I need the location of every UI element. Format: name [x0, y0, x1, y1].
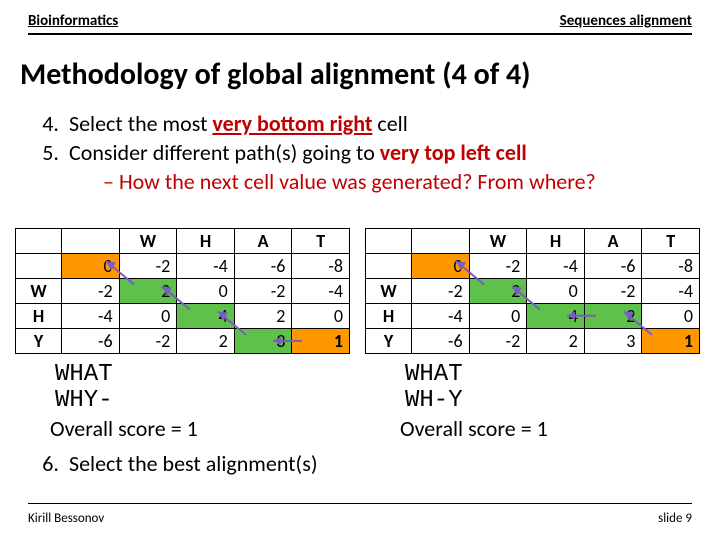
colhdr-A: A	[234, 229, 292, 254]
panel-right: W H A T 0 -2 -4 -6 -8 W -2 2 0	[365, 228, 700, 442]
cell: -6	[62, 329, 120, 354]
header-rule	[28, 33, 692, 35]
cell: -2	[412, 279, 470, 304]
step-5-num: 5.	[33, 139, 59, 166]
colhdr-W: W	[469, 229, 527, 254]
colhdr-H: H	[177, 229, 235, 254]
cell: -2	[119, 254, 177, 279]
step-5-emph: very top left cell	[380, 139, 527, 166]
step-6: 6. Select the best alignment(s)	[33, 450, 318, 477]
panel-left: W H A T 0 -2 -4 -6 -8 W -2 2 0	[15, 228, 350, 442]
rowhdr-Y: Y	[366, 329, 412, 354]
cell-00: 0	[62, 254, 120, 279]
step-4: 4. Select the most very bottom right cell	[33, 110, 690, 137]
footer-rule	[28, 503, 692, 504]
step-5-sub: How the next cell value was generated? F…	[103, 168, 690, 195]
step-4-text-a: Select the most	[69, 110, 212, 137]
cell: 0	[527, 279, 585, 304]
step-6-text: Select the best alignment(s)	[69, 450, 318, 477]
align-a-1: WHAT	[55, 362, 350, 388]
step-6-num: 6.	[33, 450, 59, 477]
cell: -6	[584, 254, 642, 279]
cell: 0	[642, 304, 700, 329]
cell: -6	[412, 329, 470, 354]
cell-hi: 2	[119, 279, 177, 304]
rowhdr-H: H	[366, 304, 412, 329]
step-4-text-b: cell	[372, 110, 407, 137]
cell-00: 0	[412, 254, 470, 279]
cell-hi: 3	[234, 329, 292, 354]
step-4-num: 4.	[33, 110, 59, 137]
cell-final: 1	[642, 329, 700, 354]
dp-matrix-right: W H A T 0 -2 -4 -6 -8 W -2 2 0	[365, 228, 700, 354]
header-left: Bioinformatics	[28, 12, 118, 30]
rowhdr-Y: Y	[16, 329, 62, 354]
footer-right: slide 9	[658, 511, 692, 526]
cell: -4	[62, 304, 120, 329]
cell: -4	[527, 254, 585, 279]
cell: 0	[292, 304, 350, 329]
cell: 2	[527, 329, 585, 354]
colhdr-H: H	[527, 229, 585, 254]
colhdr-W: W	[119, 229, 177, 254]
step-4-emph: very bottom right	[212, 110, 372, 137]
cell: -4	[292, 279, 350, 304]
cell: -2	[584, 279, 642, 304]
cell: 2	[177, 329, 235, 354]
cell: 3	[584, 329, 642, 354]
cell: 0	[177, 279, 235, 304]
cell: 2	[234, 304, 292, 329]
footer-left: Kirill Bessonov	[28, 511, 104, 526]
cell: -2	[62, 279, 120, 304]
step-5: 5. Consider different path(s) going to ve…	[33, 139, 690, 166]
cell: -8	[292, 254, 350, 279]
step-5-text-a: Consider different path(s) going to	[69, 139, 380, 166]
rowhdr-W: W	[16, 279, 62, 304]
cell-hi: 2	[584, 304, 642, 329]
cell: 0	[469, 304, 527, 329]
cell: -2	[119, 329, 177, 354]
cell: -6	[234, 254, 292, 279]
cell-final: 1	[292, 329, 350, 354]
cell: -2	[469, 329, 527, 354]
cell: -4	[642, 279, 700, 304]
rowhdr-H: H	[16, 304, 62, 329]
page-title: Methodology of global alignment (4 of 4)	[20, 56, 531, 93]
score-a: Overall score = 1	[50, 415, 350, 442]
colhdr-T: T	[292, 229, 350, 254]
cell: -4	[177, 254, 235, 279]
align-b-2: WH-Y	[405, 388, 700, 414]
score-b: Overall score = 1	[400, 415, 700, 442]
align-a-2: WHY-	[55, 388, 350, 414]
dp-matrix-left: W H A T 0 -2 -4 -6 -8 W -2 2 0	[15, 228, 350, 354]
colhdr-A: A	[584, 229, 642, 254]
cell: -2	[469, 254, 527, 279]
cell-hi: 4	[527, 304, 585, 329]
rowhdr-W: W	[366, 279, 412, 304]
cell-hi: 4	[177, 304, 235, 329]
cell: -2	[234, 279, 292, 304]
align-b-1: WHAT	[405, 362, 700, 388]
cell: -4	[412, 304, 470, 329]
cell-hi: 2	[469, 279, 527, 304]
cell: 0	[119, 304, 177, 329]
cell: -8	[642, 254, 700, 279]
colhdr-T: T	[642, 229, 700, 254]
header-right: Sequences alignment	[560, 12, 692, 30]
